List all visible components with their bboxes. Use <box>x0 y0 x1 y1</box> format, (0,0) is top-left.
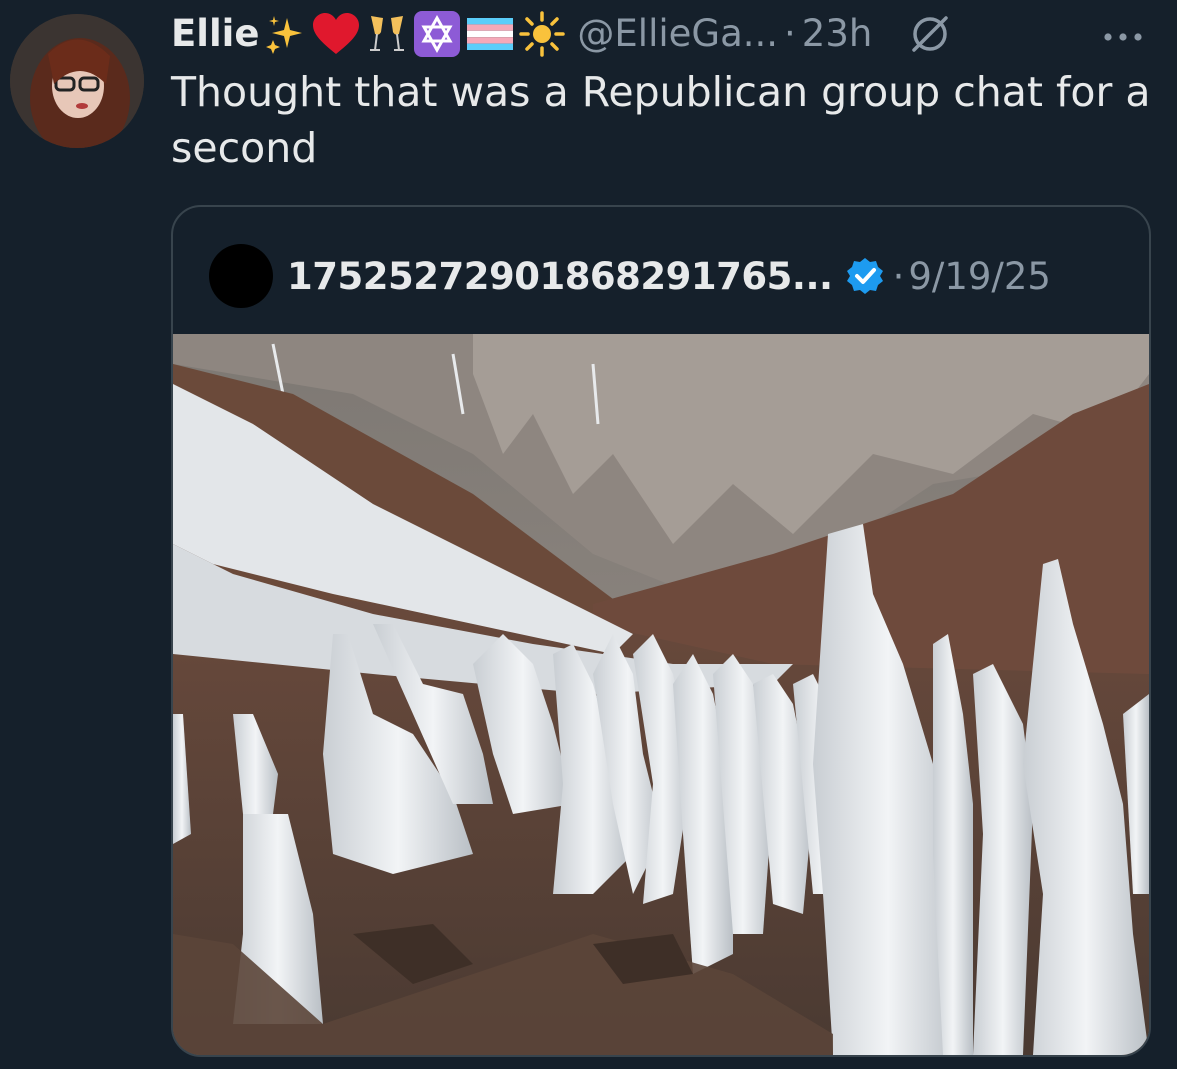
author-name[interactable]: Ellie <box>171 6 259 62</box>
tweet-timestamp[interactable]: 23h <box>802 6 873 62</box>
more-dots-icon[interactable] <box>1100 17 1146 61</box>
quoted-tweet-header: 17525272901868291765... · 9/19/25 <box>209 243 1051 309</box>
author-avatar[interactable] <box>10 14 144 148</box>
author-avatar-image <box>10 14 144 148</box>
quoted-author-name[interactable]: 17525272901868291765... <box>287 255 833 298</box>
sparkles-icon <box>265 14 305 54</box>
transgender-flag-icon <box>467 18 514 50</box>
quoted-tweet[interactable]: 17525272901868291765... · 9/19/25 <box>171 205 1151 1057</box>
grok-icon[interactable] <box>908 12 952 56</box>
star-of-david-icon <box>413 10 461 58</box>
sun-icon <box>519 11 566 57</box>
clinking-glasses-icon <box>367 12 407 56</box>
author-handle[interactable]: @EllieGa... <box>577 6 778 62</box>
quoted-date[interactable]: 9/19/25 <box>908 255 1051 298</box>
quoted-separator: · <box>892 254 905 298</box>
quoted-author-avatar[interactable] <box>209 244 273 308</box>
quoted-media-image[interactable] <box>173 334 1149 1055</box>
verified-badge-icon <box>845 256 885 296</box>
red-heart-icon <box>311 12 361 56</box>
tweet-text: Thought that was a Republican group chat… <box>171 68 1151 172</box>
header-separator: · <box>784 12 796 55</box>
penitentes-photo <box>173 334 1149 1055</box>
tweet-header: Ellie @EllieGa... · 23h <box>171 6 952 62</box>
